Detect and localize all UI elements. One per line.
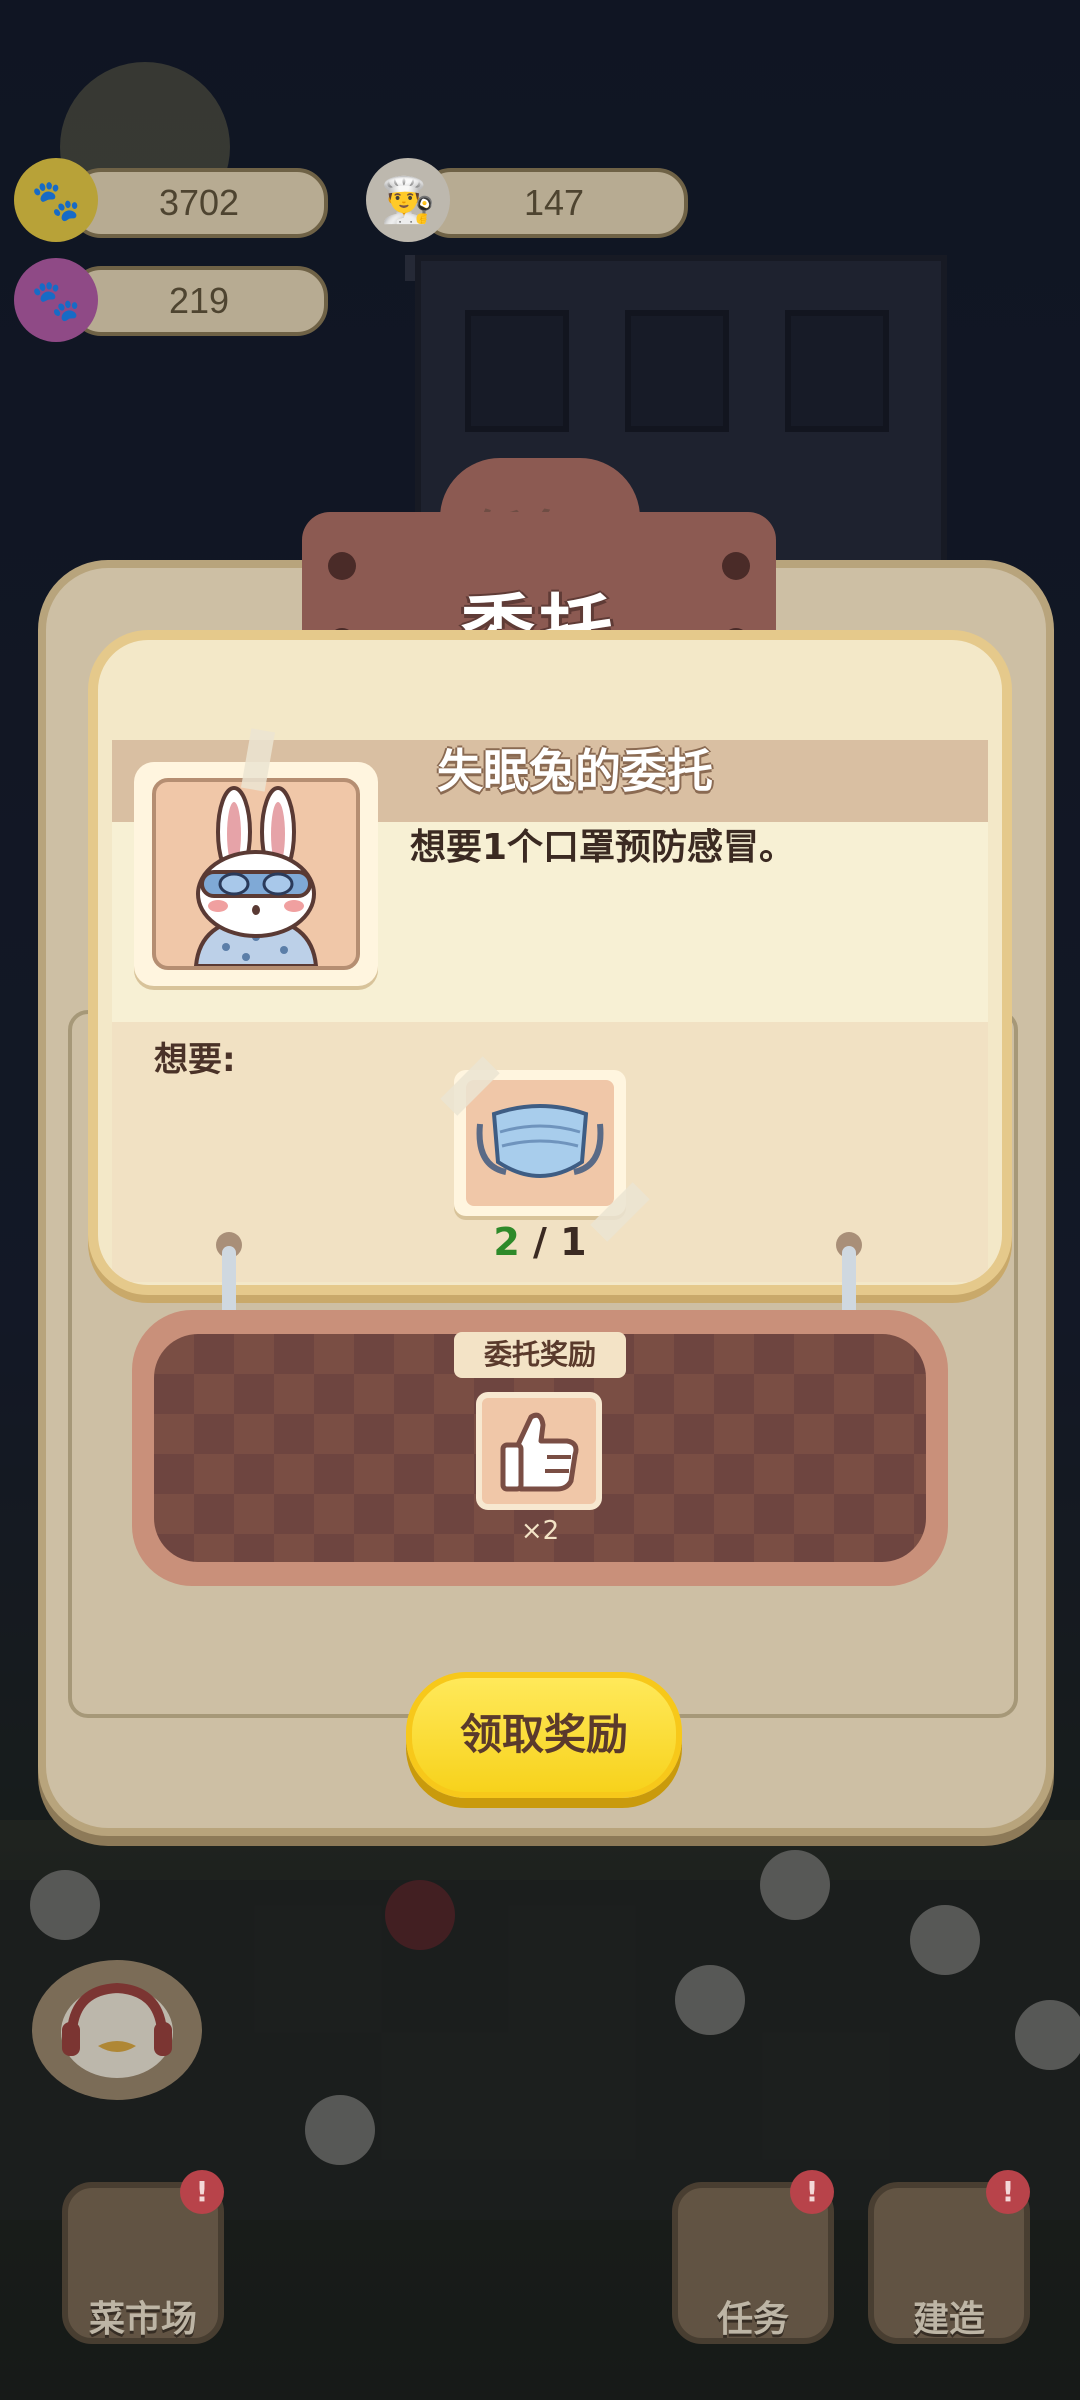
- tasks-notification-badge: !: [790, 2170, 834, 2214]
- reward-item-slot[interactable]: [476, 1392, 602, 1510]
- chef-counter: 147: [420, 168, 688, 238]
- build-label: 建造: [912, 2299, 985, 2340]
- paw-coin-icon: 🐾: [14, 158, 98, 242]
- sleepy-rabbit-icon: [193, 786, 319, 968]
- want-label: 想要:: [154, 1040, 236, 1080]
- rabbit-portrait-inner: [152, 778, 360, 970]
- thumbs-up-icon: [500, 1412, 579, 1492]
- chef-value: 147: [523, 182, 585, 223]
- market-label: 菜市场: [88, 2299, 197, 2340]
- chef-hat-icon: 👨‍🍳: [366, 158, 450, 242]
- count-separator: /: [519, 1220, 561, 1264]
- rabbit-portrait: [134, 762, 378, 986]
- item-count: 2 / 1: [490, 1220, 590, 1264]
- claim-reward-button[interactable]: 领取奖励: [406, 1672, 682, 1798]
- wanted-item-bg: [466, 1080, 614, 1206]
- build-notification-badge: !: [986, 2170, 1030, 2214]
- face-mask-icon: [476, 1104, 604, 1178]
- paw-value: 219: [168, 280, 230, 321]
- count-need: 1: [560, 1220, 587, 1264]
- coin-counter: 3702: [70, 168, 328, 238]
- coin-value: 3702: [158, 182, 240, 223]
- tasks-label: 任务: [716, 2299, 789, 2340]
- paw-counter: 219: [70, 266, 328, 336]
- duck-chat-icon: [61, 1982, 173, 2078]
- reward-label: 委托奖励: [454, 1332, 626, 1378]
- reward-quantity: ×2: [520, 1516, 560, 1546]
- chat-button[interactable]: [32, 1960, 202, 2100]
- count-have: 2: [493, 1220, 520, 1264]
- market-notification-badge: !: [180, 2170, 224, 2214]
- quest-description: 想要1个口罩预防感冒。: [410, 827, 796, 868]
- pink-paw-icon: 🐾: [14, 258, 98, 342]
- quest-title: 失眠兔的委托: [437, 744, 713, 798]
